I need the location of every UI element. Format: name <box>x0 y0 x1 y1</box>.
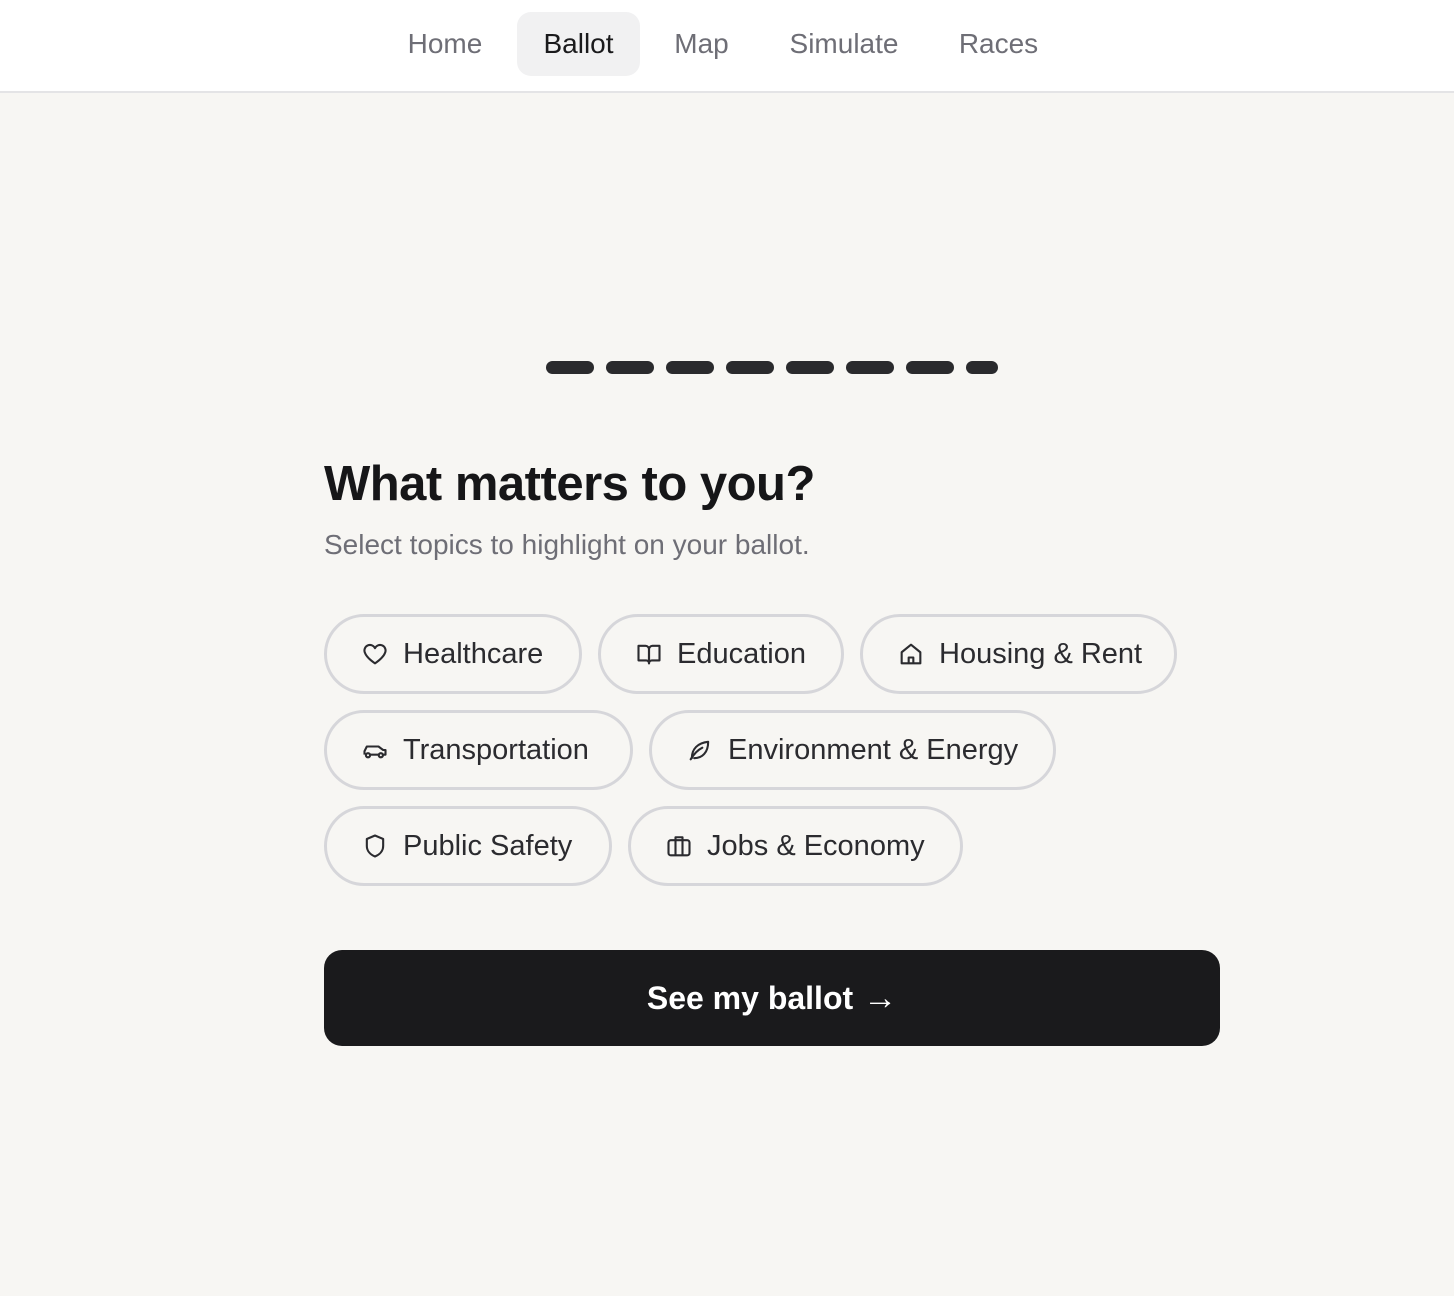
topic-public-safety-button[interactable]: Public Safety <box>324 806 612 886</box>
topic-transportation-button[interactable]: Transportation <box>324 710 633 790</box>
topic-label: Jobs & Economy <box>707 829 925 862</box>
topic-label: Public Safety <box>403 829 573 862</box>
see-my-ballot-button[interactable]: See my ballot → <box>324 950 1220 1046</box>
progress-step <box>666 361 714 374</box>
shield-icon <box>361 832 389 860</box>
topic-label: Education <box>677 637 806 670</box>
topic-label: Transportation <box>403 733 589 766</box>
progress-step <box>966 361 998 374</box>
topic-label: Healthcare <box>403 637 544 670</box>
page-title: What matters to you? <box>324 457 815 511</box>
briefcase-icon <box>665 832 693 860</box>
tab-ballot[interactable]: Ballot <box>517 12 640 76</box>
topic-healthcare-button[interactable]: Healthcare <box>324 614 582 694</box>
cta-label: See my ballot <box>646 979 854 1016</box>
tab-home[interactable]: Home <box>382 12 508 76</box>
progress-step <box>726 361 774 374</box>
leaf-icon <box>686 736 714 764</box>
book-icon <box>635 640 663 668</box>
progress-step <box>846 361 894 374</box>
progress-step <box>546 361 594 374</box>
house-icon <box>897 640 925 668</box>
topic-education-button[interactable]: Education <box>598 614 844 694</box>
topic-environment-button[interactable]: Environment & Energy <box>649 710 1056 790</box>
topic-label: Environment & Energy <box>728 733 1019 766</box>
arrow-right-icon: → <box>863 978 898 1017</box>
page-subtitle: Select topics to highlight on your ballo… <box>324 529 810 560</box>
progress-step <box>606 361 654 374</box>
topic-housing-button[interactable]: Housing & Rent <box>860 614 1177 694</box>
progress-step <box>906 361 954 374</box>
tab-simulate[interactable]: Simulate <box>763 12 925 76</box>
progress-step <box>786 361 834 374</box>
tab-races[interactable]: Races <box>935 12 1062 76</box>
topic-label: Housing & Rent <box>939 637 1143 670</box>
top-nav: Home Ballot Map Simulate Races <box>0 0 1454 93</box>
topic-jobs-economy-button[interactable]: Jobs & Economy <box>628 806 963 886</box>
heart-icon <box>361 640 389 668</box>
tab-map[interactable]: Map <box>650 12 753 76</box>
car-icon <box>361 736 389 764</box>
